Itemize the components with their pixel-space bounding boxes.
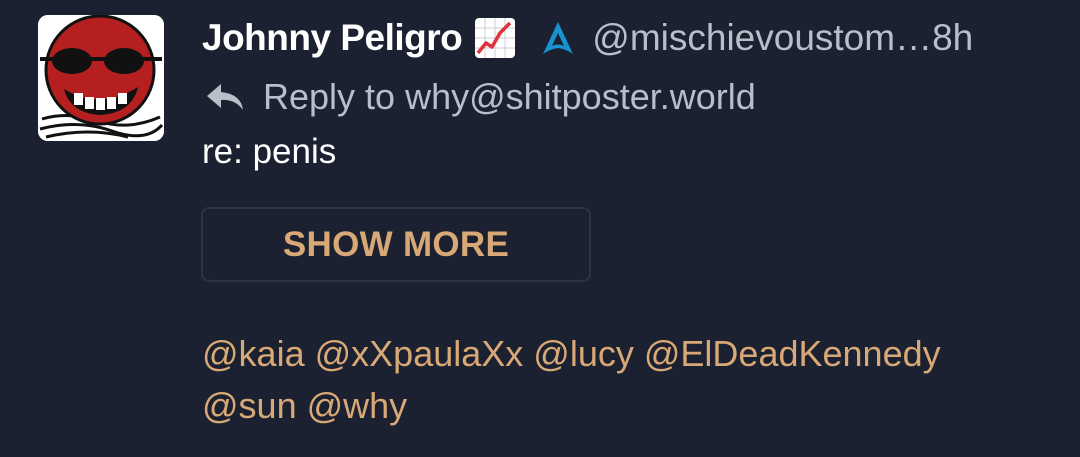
mention-link[interactable]: @xXpaulaXx bbox=[315, 333, 524, 374]
author-name[interactable]: Johnny Peligro bbox=[202, 17, 463, 59]
mention-link[interactable]: @sun bbox=[202, 385, 297, 426]
reply-arrow-icon bbox=[207, 84, 243, 110]
mention-link[interactable]: @ElDeadKennedy bbox=[644, 333, 941, 374]
arch-linux-icon bbox=[540, 20, 576, 56]
mention-link[interactable]: @lucy bbox=[533, 333, 634, 374]
post-header: Johnny Peligro @mischievoustom… 8h bbox=[202, 14, 1052, 62]
mentions-list: @kaia @xXpaulaXx @lucy @ElDeadKennedy @s… bbox=[202, 328, 1062, 432]
post: Johnny Peligro @mischievoustom… 8h Reply… bbox=[0, 0, 1080, 457]
mention-link[interactable]: @kaia bbox=[202, 333, 305, 374]
mention-link[interactable]: @why bbox=[307, 385, 408, 426]
post-subject: re: penis bbox=[202, 132, 337, 171]
reply-to-label[interactable]: Reply to why@shitposter.world bbox=[263, 76, 756, 118]
chart-increasing-icon bbox=[474, 17, 516, 59]
post-timestamp[interactable]: 8h bbox=[932, 17, 973, 59]
show-more-button[interactable]: SHOW MORE bbox=[201, 207, 591, 282]
avatar-face-icon bbox=[38, 15, 164, 141]
reply-to-row[interactable]: Reply to why@shitposter.world bbox=[205, 74, 756, 120]
avatar[interactable] bbox=[38, 15, 164, 141]
author-handle[interactable]: @mischievoustom… bbox=[592, 17, 932, 59]
